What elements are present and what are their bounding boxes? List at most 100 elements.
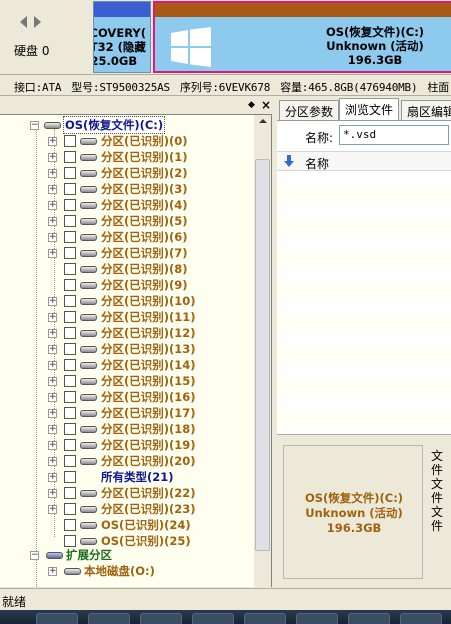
expand-toggle-icon[interactable]: + — [48, 201, 57, 210]
tree-item-row[interactable]: 分区(已识别)(9) — [0, 277, 250, 293]
expand-toggle-icon[interactable]: + — [48, 217, 57, 226]
expand-toggle-icon[interactable]: + — [48, 425, 57, 434]
expand-toggle-icon[interactable]: + — [48, 329, 57, 338]
checkbox[interactable] — [64, 247, 76, 259]
checkbox[interactable] — [64, 183, 76, 195]
arrow-right-icon[interactable] — [34, 16, 41, 28]
expand-toggle-icon[interactable]: + — [48, 473, 57, 482]
taskbar-button[interactable] — [400, 613, 442, 624]
tree-scrollbar[interactable] — [254, 115, 271, 587]
partition-os-block[interactable]: OS(恢复文件)(C:) Unknown (活动) 196.3GB — [153, 1, 451, 73]
tree-item-row[interactable]: + 分区(已识别)(23) — [0, 501, 250, 517]
tree-item-row[interactable]: + 分区(已识别)(3) — [0, 181, 250, 197]
tree-item-row[interactable]: + 所有类型(21) — [0, 469, 250, 485]
file-list-header[interactable]: 名称 — [277, 151, 451, 171]
tree-item-row[interactable]: + 分区(已识别)(7) — [0, 245, 250, 261]
checkbox[interactable] — [64, 231, 76, 243]
tree-item-row[interactable]: OS(已识别)(24) — [0, 517, 250, 533]
checkbox[interactable] — [64, 167, 76, 179]
tree-item-row[interactable]: + 分区(已识别)(6) — [0, 229, 250, 245]
tree-item-row[interactable]: + 分区(已识别)(0) — [0, 133, 250, 149]
taskbar-button[interactable] — [36, 613, 78, 624]
tab-sector-editor[interactable]: 扇区编辑 — [401, 100, 451, 120]
collapse-icon[interactable]: ◆ — [248, 100, 255, 110]
tree-item-row[interactable]: + 分区(已识别)(22) — [0, 485, 250, 501]
tree-item-row[interactable]: + 分区(已识别)(20) — [0, 453, 250, 469]
checkbox[interactable] — [64, 343, 76, 355]
expand-toggle-icon[interactable]: + — [48, 457, 57, 466]
expand-toggle-icon[interactable]: + — [48, 169, 57, 178]
tree-item-row[interactable]: + 分区(已识别)(10) — [0, 293, 250, 309]
checkbox[interactable] — [64, 295, 76, 307]
checkbox[interactable] — [64, 407, 76, 419]
checkbox[interactable] — [64, 439, 76, 451]
tree-item-row[interactable]: + 分区(已识别)(15) — [0, 373, 250, 389]
filter-input[interactable]: *.vsd — [339, 125, 449, 145]
expand-toggle-icon[interactable]: + — [48, 567, 57, 576]
expand-toggle-icon[interactable]: + — [48, 297, 57, 306]
tree-item-row[interactable]: + 分区(已识别)(13) — [0, 341, 250, 357]
checkbox[interactable] — [64, 519, 76, 531]
taskbar-button[interactable] — [348, 613, 390, 624]
checkbox[interactable] — [64, 359, 76, 371]
checkbox[interactable] — [64, 311, 76, 323]
checkbox[interactable] — [64, 327, 76, 339]
checkbox[interactable] — [64, 503, 76, 515]
taskbar-button[interactable] — [244, 613, 286, 624]
expand-toggle-icon[interactable]: + — [48, 313, 57, 322]
taskbar-button[interactable] — [140, 613, 182, 624]
tree-item-row[interactable]: + 分区(已识别)(18) — [0, 421, 250, 437]
partition-recovery-block[interactable]: ECOVERY( AT32 (隐藏 25.0GB — [93, 1, 151, 73]
collapse-toggle-icon[interactable]: − — [30, 551, 39, 560]
tree-item-row[interactable]: + 分区(已识别)(2) — [0, 165, 250, 181]
tree-item-row[interactable]: + 分区(已识别)(16) — [0, 389, 250, 405]
tree-extended-row[interactable]: − 扩展分区 — [0, 547, 250, 563]
close-icon[interactable]: × — [261, 98, 271, 112]
tree-item-row[interactable]: + 分区(已识别)(14) — [0, 357, 250, 373]
checkbox[interactable] — [64, 423, 76, 435]
checkbox[interactable] — [64, 135, 76, 147]
taskbar-button[interactable] — [192, 613, 234, 624]
checkbox[interactable] — [64, 391, 76, 403]
collapse-toggle-icon[interactable]: − — [30, 121, 39, 130]
tab-browse-files[interactable]: 浏览文件 — [339, 98, 400, 120]
expand-toggle-icon[interactable]: + — [48, 137, 57, 146]
column-name[interactable]: 名称 — [305, 155, 329, 172]
expand-toggle-icon[interactable]: + — [48, 361, 57, 370]
checkbox[interactable] — [64, 455, 76, 467]
tree-item-row[interactable]: 分区(已识别)(8) — [0, 261, 250, 277]
checkbox[interactable] — [64, 279, 76, 291]
checkbox[interactable] — [64, 263, 76, 275]
arrow-left-icon[interactable] — [20, 16, 27, 28]
expand-toggle-icon[interactable]: + — [48, 153, 57, 162]
checkbox[interactable] — [64, 199, 76, 211]
expand-toggle-icon[interactable]: + — [48, 441, 57, 450]
tree-item-row[interactable]: + 分区(已识别)(11) — [0, 309, 250, 325]
expand-toggle-icon[interactable]: + — [48, 489, 57, 498]
checkbox[interactable] — [64, 535, 76, 547]
expand-toggle-icon[interactable]: + — [48, 377, 57, 386]
checkbox[interactable] — [64, 215, 76, 227]
tree-item-row[interactable]: + 分区(已识别)(5) — [0, 213, 250, 229]
tab-partition-params[interactable]: 分区参数 — [279, 100, 340, 120]
tree-item-row[interactable]: + 分区(已识别)(4) — [0, 197, 250, 213]
file-list[interactable] — [277, 172, 451, 432]
tree-scroll-thumb[interactable] — [255, 159, 270, 551]
checkbox[interactable] — [64, 151, 76, 163]
expand-toggle-icon[interactable]: + — [48, 233, 57, 242]
expand-toggle-icon[interactable]: + — [48, 393, 57, 402]
taskbar-button[interactable] — [88, 613, 130, 624]
tree-item-row[interactable]: + 分区(已识别)(17) — [0, 405, 250, 421]
expand-toggle-icon[interactable]: + — [48, 185, 57, 194]
tree-item-row[interactable]: + 分区(已识别)(1) — [0, 149, 250, 165]
tree-item-row[interactable]: + 分区(已识别)(12) — [0, 325, 250, 341]
expand-toggle-icon[interactable]: + — [48, 409, 57, 418]
scroll-up-icon[interactable] — [259, 119, 267, 123]
taskbar-button[interactable] — [296, 613, 338, 624]
expand-toggle-icon[interactable]: + — [48, 345, 57, 354]
checkbox[interactable] — [64, 487, 76, 499]
expand-toggle-icon[interactable]: + — [48, 505, 57, 514]
tree-root-row[interactable]: − OS(恢复文件)(C:) — [0, 116, 250, 134]
expand-toggle-icon[interactable]: + — [48, 249, 57, 258]
tree-local-disk-row[interactable]: + 本地磁盘(O:) — [0, 563, 250, 579]
